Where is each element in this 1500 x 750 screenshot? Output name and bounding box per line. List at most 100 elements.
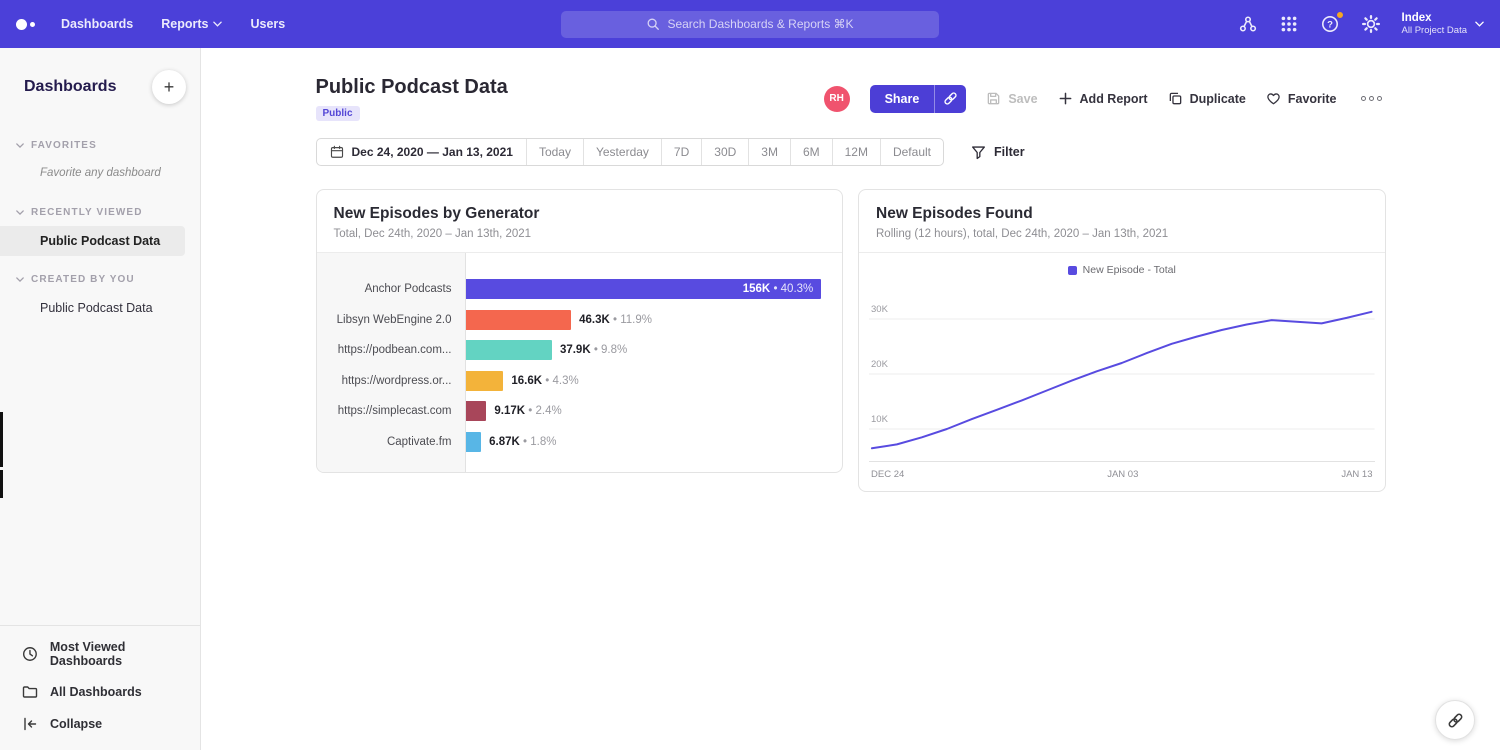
most-viewed-icon	[22, 646, 38, 662]
project-switcher[interactable]: Index All Project Data	[1402, 12, 1484, 36]
bar-track: 6.87K • 1.8%	[465, 432, 843, 452]
integrations-icon[interactable]	[1238, 14, 1258, 34]
bar-row: Captivate.fm6.87K • 1.8%	[317, 427, 843, 458]
most-viewed-dashboards-button[interactable]: Most Viewed Dashboards	[0, 632, 200, 676]
card-title: New Episodes by Generator	[334, 205, 826, 223]
share-button[interactable]: Share	[870, 85, 935, 113]
bar-category-label: https://simplecast.com	[317, 405, 465, 417]
save-icon	[986, 91, 1001, 106]
date-range-picker[interactable]: Dec 24, 2020 — Jan 13, 2021	[317, 139, 526, 165]
bar-track: 46.3K • 11.9%	[465, 310, 843, 330]
nav-reports[interactable]: Reports	[161, 17, 222, 31]
section-header-favorites[interactable]: FAVORITES	[0, 132, 200, 159]
screen-edge-artifact	[0, 470, 3, 498]
favorites-empty-text: Favorite any dashboard	[0, 159, 200, 189]
bar-track: 9.17K • 2.4%	[465, 401, 843, 421]
bar-row: Libsyn WebEngine 2.0 46.3K • 11.9%	[317, 305, 843, 336]
preset-7d[interactable]: 7D	[661, 139, 701, 165]
share-link-button[interactable]	[934, 85, 966, 113]
chevron-down-icon	[16, 210, 24, 215]
heart-icon	[1266, 91, 1281, 106]
preset-12m[interactable]: 12M	[832, 139, 880, 165]
search-icon	[646, 17, 660, 31]
bar-chart-rows: Anchor Podcasts156K • 40.3%Libsyn WebEng…	[317, 274, 843, 457]
calendar-icon	[330, 145, 344, 159]
filter-label: Filter	[994, 145, 1025, 159]
help-icon[interactable]: ?	[1320, 14, 1340, 34]
app-logo[interactable]	[16, 19, 35, 30]
settings-gear-icon[interactable]	[1361, 14, 1381, 34]
dashboard-header: Public Podcast Data Public RH Share Save	[316, 76, 1386, 121]
legend-swatch	[1068, 266, 1077, 275]
bar-chart: Anchor Podcasts156K • 40.3%Libsyn WebEng…	[317, 253, 843, 472]
sidebar-item-public-podcast-data[interactable]: Public Podcast Data	[0, 293, 185, 323]
nav-users[interactable]: Users	[250, 17, 285, 31]
bar[interactable]	[466, 371, 504, 391]
section-label: CREATED BY YOU	[31, 274, 135, 285]
bar[interactable]	[466, 432, 482, 452]
preset-default[interactable]: Default	[880, 139, 943, 165]
more-options-button[interactable]	[1357, 92, 1386, 105]
bar[interactable]	[466, 340, 552, 360]
line-series[interactable]	[872, 312, 1372, 449]
logo-dot	[16, 19, 27, 30]
chart-legend[interactable]: New Episode - Total	[859, 253, 1385, 279]
nav-reports-label: Reports	[161, 17, 208, 31]
bar-category-label: Libsyn WebEngine 2.0	[317, 314, 465, 326]
favorite-label: Favorite	[1288, 92, 1337, 106]
apps-grid-icon[interactable]	[1279, 14, 1299, 34]
screen-edge-artifact	[0, 412, 3, 467]
bar-row: https://podbean.com...37.9K • 9.8%	[317, 335, 843, 366]
bar[interactable]	[466, 310, 572, 330]
add-report-button[interactable]: Add Report	[1058, 91, 1148, 106]
all-dashboards-button[interactable]: All Dashboards	[0, 676, 200, 708]
preset-today[interactable]: Today	[526, 139, 583, 165]
filter-button[interactable]: Filter	[971, 145, 1025, 160]
footer-label: All Dashboards	[50, 685, 142, 699]
search-bar[interactable]: Search Dashboards & Reports ⌘K	[561, 11, 939, 38]
x-tick: JAN 03	[1107, 469, 1138, 480]
public-badge: Public	[316, 106, 360, 121]
collapse-sidebar-button[interactable]: Collapse	[0, 708, 200, 740]
favorite-button[interactable]: Favorite	[1266, 91, 1337, 106]
date-range-group: Dec 24, 2020 — Jan 13, 2021 TodayYesterd…	[316, 138, 945, 166]
y-tick: 10K	[871, 414, 888, 425]
section-header-created-by-you[interactable]: CREATED BY YOU	[0, 266, 200, 293]
preset-30d[interactable]: 30D	[701, 139, 748, 165]
footer-label: Most Viewed Dashboards	[50, 640, 200, 668]
bar-row: Anchor Podcasts156K • 40.3%	[317, 274, 843, 305]
sidebar-item-public-podcast-data[interactable]: Public Podcast Data	[0, 226, 185, 256]
preset-yesterday[interactable]: Yesterday	[583, 139, 661, 165]
copy-link-fab[interactable]	[1435, 700, 1475, 740]
bar-category-label: Captivate.fm	[317, 436, 465, 448]
card-subtitle: Rolling (12 hours), total, Dec 24th, 202…	[876, 228, 1368, 240]
date-presets: TodayYesterday7D30D3M6M12MDefault	[526, 139, 943, 165]
chevron-down-icon	[213, 21, 222, 27]
x-tick: JAN 13	[1341, 469, 1372, 480]
report-card-new-episodes-found[interactable]: New Episodes Found Rolling (12 hours), t…	[858, 189, 1386, 492]
bar-value-label: 9.17K • 2.4%	[494, 405, 561, 417]
add-dashboard-button[interactable]: +	[152, 70, 186, 104]
bar[interactable]	[466, 401, 487, 421]
sidebar: Dashboards + FAVORITES Favorite any dash…	[0, 48, 201, 750]
report-card-new-episodes-by-generator[interactable]: New Episodes by Generator Total, Dec 24t…	[316, 189, 844, 473]
bar-value-label: 37.9K • 9.8%	[560, 344, 627, 356]
header-actions: RH Share Save Add Report Dupl	[824, 85, 1386, 113]
primary-nav: Dashboards Reports Users	[61, 17, 285, 31]
chevron-down-icon	[16, 143, 24, 148]
bar-value-label: 46.3K • 11.9%	[579, 314, 652, 326]
bar-row: https://wordpress.or...16.6K • 4.3%	[317, 366, 843, 397]
avatar[interactable]: RH	[824, 86, 850, 112]
bar-track: 156K • 40.3%	[465, 279, 843, 299]
save-button[interactable]: Save	[986, 91, 1037, 106]
preset-6m[interactable]: 6M	[790, 139, 832, 165]
section-header-recently-viewed[interactable]: RECENTLY VIEWED	[0, 199, 200, 226]
project-subtitle: All Project Data	[1402, 25, 1467, 36]
nav-dashboards[interactable]: Dashboards	[61, 17, 133, 31]
card-title: New Episodes Found	[876, 205, 1368, 223]
sidebar-footer: Most Viewed Dashboards All Dashboards Co…	[0, 625, 200, 750]
bar[interactable]: 156K • 40.3%	[466, 279, 822, 299]
sidebar-section-favorites: FAVORITES Favorite any dashboard	[0, 132, 200, 189]
duplicate-button[interactable]: Duplicate	[1168, 91, 1246, 106]
preset-3m[interactable]: 3M	[748, 139, 790, 165]
